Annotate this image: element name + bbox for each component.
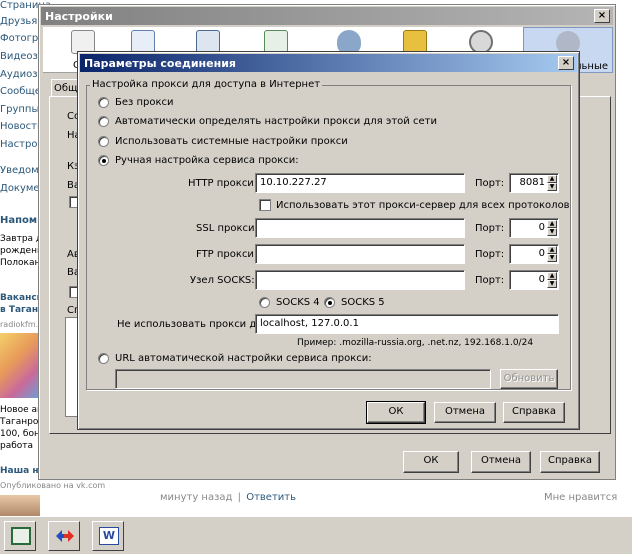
ad-image[interactable] (0, 333, 40, 398)
ssl-port-input[interactable]: 0 ▲ ▼ (509, 218, 559, 238)
taskbar-word[interactable]: W (92, 521, 124, 551)
settings-close-button[interactable]: × (594, 9, 610, 23)
spin-down-icon[interactable]: ▼ (547, 183, 557, 191)
radio-pac-url[interactable] (98, 353, 109, 364)
spin-down-icon[interactable]: ▼ (547, 228, 557, 236)
pac-url-input[interactable] (115, 369, 491, 389)
post-meta: минуту назад | Ответить (160, 492, 296, 503)
like-link[interactable]: Мне нравится (544, 492, 617, 503)
settings-ok-button[interactable]: ОК (403, 451, 459, 473)
ftp-port-value: 0 (538, 248, 545, 259)
spreadsheet-icon (11, 527, 31, 545)
bg-link[interactable]: Новости (0, 121, 43, 132)
radio-auto-detect[interactable] (98, 116, 109, 127)
post-meta-separator: | (237, 492, 242, 503)
http-port-label: Порт: (475, 178, 505, 189)
settings-cancel-button[interactable]: Отмена (471, 451, 531, 473)
spin-up-icon[interactable]: ▲ (547, 246, 557, 254)
ftp-port-label: Порт: (475, 249, 505, 260)
label-no-proxy[interactable]: Без прокси (115, 97, 174, 108)
dialog-titlebar[interactable]: Параметры соединения × (80, 54, 577, 72)
radio-manual-proxy[interactable] (98, 155, 109, 166)
no-proxy-label: Не использовать прокси для: (117, 319, 273, 330)
http-port-input[interactable]: 8081 ▲ ▼ (509, 173, 559, 193)
settings-title: Настройки (45, 10, 113, 23)
dialog-cancel-button[interactable]: Отмена (434, 402, 496, 423)
taskbar: W (0, 516, 632, 554)
word-document-icon: W (99, 527, 119, 545)
http-proxy-label: HTTP прокси: (188, 178, 258, 189)
spin-down-icon[interactable]: ▼ (547, 254, 557, 262)
ad-text: работа (0, 441, 34, 451)
ssl-port-label: Порт: (475, 223, 505, 234)
settings-help-button[interactable]: Справка (540, 451, 600, 473)
http-port-value: 8081 (519, 177, 545, 188)
dialog-close-button[interactable]: × (558, 56, 574, 70)
ssl-proxy-input[interactable] (255, 218, 465, 238)
radio-socks5[interactable] (324, 297, 335, 308)
reload-button[interactable]: Обновить (500, 369, 558, 389)
dialog-title: Параметры соединения (84, 57, 236, 70)
ftp-proxy-input[interactable] (255, 244, 465, 264)
socks-host-input[interactable] (255, 270, 465, 290)
label-manual-proxy[interactable]: Ручная настройка сервиса прокси: (115, 155, 299, 166)
reply-link[interactable]: Ответить (246, 492, 296, 503)
radio-no-proxy[interactable] (98, 97, 109, 108)
http-proxy-input[interactable]: 10.10.227.27 (255, 173, 465, 193)
dialog-help-button[interactable]: Справка (503, 402, 565, 423)
ssl-port-value: 0 (538, 222, 545, 233)
label-system-proxy[interactable]: Использовать системные настройки прокси (115, 136, 348, 147)
use-all-protocols-label[interactable]: Использовать этот прокси-сервер для всех… (276, 200, 570, 211)
socks-port-label: Порт: (475, 275, 505, 286)
spin-up-icon[interactable]: ▲ (547, 220, 557, 228)
dialog-ok-button[interactable]: ОК (366, 401, 426, 424)
http-port-stepper[interactable]: ▲ ▼ (547, 175, 557, 191)
network-arrows-icon (55, 527, 75, 545)
bg-link[interactable]: Друзья (0, 16, 37, 27)
socks-host-label: Узел SOCKS: (190, 275, 255, 286)
ssl-port-stepper[interactable]: ▲ ▼ (547, 220, 557, 236)
proxy-group-label: Настройка прокси для доступа в Интернет (90, 79, 323, 90)
spin-up-icon[interactable]: ▲ (547, 175, 557, 183)
radio-socks4[interactable] (259, 297, 270, 308)
label-socks4[interactable]: SOCKS 4 (276, 297, 320, 308)
ssl-proxy-label: SSL прокси: (196, 223, 258, 234)
post-time[interactable]: минуту назад (160, 492, 232, 503)
socks-port-stepper[interactable]: ▲ ▼ (547, 272, 557, 288)
post-avatar[interactable] (0, 495, 40, 516)
taskbar-network[interactable] (48, 521, 80, 551)
no-proxy-input[interactable]: localhost, 127.0.0.1 (255, 314, 559, 334)
ftp-port-stepper[interactable]: ▲ ▼ (547, 246, 557, 262)
socks-port-input[interactable]: 0 ▲ ▼ (509, 270, 559, 290)
connection-settings-dialog: Параметры соединения × Настройка прокси … (77, 51, 580, 430)
use-all-protocols-checkbox[interactable] (259, 199, 271, 211)
label-pac-url[interactable]: URL автоматической настройки сервиса про… (115, 353, 372, 364)
spin-up-icon[interactable]: ▲ (547, 272, 557, 280)
settings-titlebar[interactable]: Настройки × (41, 7, 613, 25)
taskbar-spreadsheet[interactable] (4, 521, 36, 551)
ftp-port-input[interactable]: 0 ▲ ▼ (509, 244, 559, 264)
label-socks5[interactable]: SOCKS 5 (341, 297, 385, 308)
bg-link[interactable]: Группы (0, 104, 39, 115)
post-source: Опубликовано на vk.com (0, 481, 106, 490)
ftp-proxy-label: FTP прокси: (196, 249, 258, 260)
spin-down-icon[interactable]: ▼ (547, 280, 557, 288)
label-auto-detect[interactable]: Автоматически определять настройки прокс… (115, 116, 437, 127)
radio-system-proxy[interactable] (98, 136, 109, 147)
bg-right-strip (618, 0, 632, 516)
socks-port-value: 0 (538, 274, 545, 285)
no-proxy-example: Пример: .mozilla-russia.org, .net.nz, 19… (297, 338, 534, 348)
